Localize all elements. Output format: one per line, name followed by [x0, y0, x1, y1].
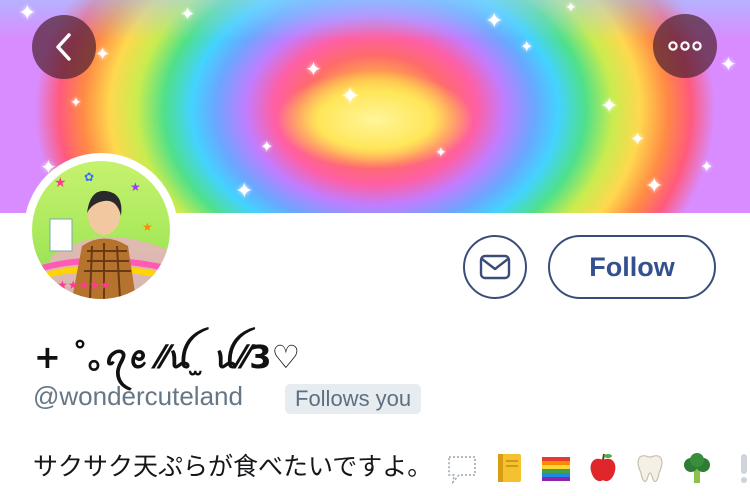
follow-button[interactable]: Follow	[548, 235, 716, 299]
mail-icon	[479, 254, 511, 280]
bio-text: サクサク天ぷらが食べたいですよ。	[33, 452, 433, 481]
message-button[interactable]	[463, 235, 527, 299]
back-button[interactable]	[32, 15, 96, 79]
sparkle-icon: ✦	[305, 59, 322, 81]
sparkle-icon: ✦	[700, 159, 714, 176]
sparkle-icon: ✦	[435, 144, 447, 160]
sparkle-icon: ✦	[70, 94, 82, 110]
svg-text:✿: ✿	[84, 170, 94, 184]
sparkle-icon: ✦	[95, 44, 111, 64]
sparkle-icon: ✦	[630, 129, 646, 149]
rainbow-flag-icon	[542, 457, 571, 481]
svg-text:★: ★	[142, 220, 153, 234]
tooth-icon	[637, 455, 663, 483]
sparkle-icon: ✦	[520, 39, 534, 56]
svg-text:★: ★	[130, 180, 141, 194]
chevron-left-icon	[56, 33, 71, 61]
sparkle-icon: ✦	[340, 83, 361, 110]
follows-you-label: Follows you	[295, 386, 412, 411]
exclamation-icon	[740, 454, 747, 483]
sparkle-icon: ✦	[645, 173, 664, 198]
more-horizontal-icon	[668, 41, 702, 51]
sparkle-icon: ✦	[18, 0, 37, 25]
follow-button-label: Follow	[589, 251, 675, 282]
sparkle-icon: ✦	[235, 178, 254, 203]
apple-icon	[590, 453, 616, 482]
svg-text:★: ★	[54, 175, 67, 191]
sparkle-icon: ✦	[720, 54, 737, 76]
user-handle: @wondercuteland	[33, 381, 243, 411]
sparkle-icon: ✦	[180, 4, 196, 24]
banner-sky-gradient	[0, 0, 750, 40]
sparkle-icon: ✦	[565, 0, 577, 15]
sparkle-icon: ✦	[485, 8, 504, 33]
avatar-image: ★ ✿ ★ ★ ★★★★★	[32, 161, 170, 299]
speech-bubble-icon	[448, 456, 476, 485]
svg-text:★★★★★: ★★★★★	[57, 278, 111, 292]
notebook-icon	[498, 454, 522, 482]
more-button[interactable]	[653, 14, 717, 78]
broccoli-icon	[683, 453, 710, 483]
sparkle-icon: ✦	[260, 139, 274, 156]
bio: サクサク天ぷらが食べたいですよ。	[33, 447, 750, 485]
avatar[interactable]: ★ ✿ ★ ★ ★★★★★	[24, 153, 178, 307]
sparkle-icon: ✦	[600, 93, 619, 118]
follows-you-badge: Follows you	[285, 384, 422, 414]
avatar-illustration: ★ ✿ ★ ★ ★★★★★	[32, 170, 170, 299]
